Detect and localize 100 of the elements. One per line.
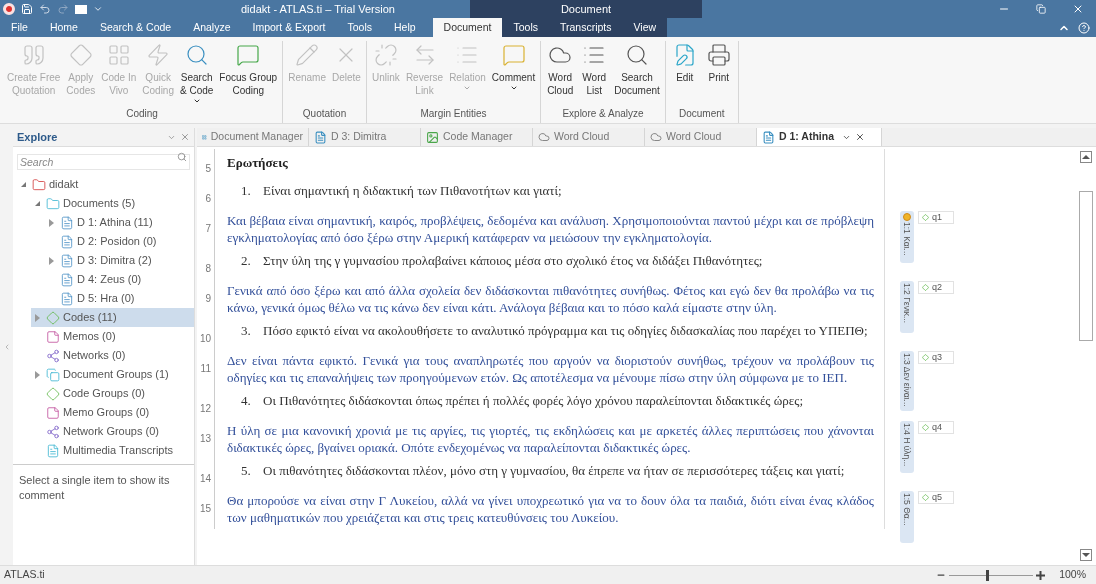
restore-icon[interactable] bbox=[1036, 4, 1046, 14]
redo-icon[interactable] bbox=[57, 3, 69, 15]
caret-icon bbox=[463, 84, 472, 92]
scroll-up-icon[interactable] bbox=[1080, 151, 1092, 163]
tree-item[interactable]: Memo Groups (0) bbox=[31, 403, 194, 422]
question-number: 2. bbox=[241, 252, 252, 269]
tree-item[interactable]: Document Groups (1) bbox=[31, 365, 194, 384]
tree-item[interactable]: Documents (5) bbox=[31, 194, 194, 213]
collapsed-arrow-icon[interactable] bbox=[48, 218, 54, 227]
collapsed-arrow-icon[interactable] bbox=[34, 313, 40, 322]
quotation-bar[interactable]: 1:5 Θα... bbox=[900, 491, 914, 543]
answer-text: Θα μπορούσε να είναι στην Γ Λυκείου, αλλά να γίνει υποχρεωτικό για να το δουν όλα τα παιδιά, διότι είναι ένας κλάδος των μαθηματικών που χρειάζεται και στις τρεις κατευθύνσεις του Λυκείου. bbox=[227, 492, 874, 527]
diamond-icon bbox=[922, 284, 929, 291]
ribbon-tab[interactable]: File bbox=[0, 18, 39, 37]
ribbon-tab[interactable]: Document bbox=[432, 18, 503, 37]
tree-label: Memo Groups (0) bbox=[63, 405, 150, 421]
ribbon-button[interactable]: Focus Group Coding bbox=[216, 41, 281, 97]
ribbon-button[interactable]: Print bbox=[701, 41, 736, 84]
editor-tab[interactable]: Code Manager bbox=[421, 128, 533, 146]
quote-icon bbox=[21, 43, 46, 67]
tree-item[interactable]: Networks (0) bbox=[31, 346, 194, 365]
ribbon-button[interactable]: Comment bbox=[488, 41, 539, 92]
diamond-icon bbox=[922, 214, 929, 221]
editor-tab[interactable]: Word Cloud bbox=[533, 128, 645, 146]
quotation-label: 1:4 Η ύλη... bbox=[901, 423, 914, 467]
search-field[interactable]: Search bbox=[17, 154, 190, 170]
tree-item[interactable]: Multimedia Transcripts bbox=[31, 441, 194, 460]
diamond-icon bbox=[922, 494, 929, 501]
document-icon bbox=[60, 272, 74, 287]
quotation-label: 1:5 Θα... bbox=[901, 493, 914, 526]
ribbon-tab[interactable]: Transcripts bbox=[548, 18, 623, 37]
code-tag[interactable]: q4 bbox=[918, 421, 954, 434]
ribbon-tab[interactable]: Search & Code bbox=[88, 18, 183, 37]
document-heading: Ερωτήσεις bbox=[227, 154, 289, 172]
memo-icon bbox=[46, 405, 60, 420]
tree-item[interactable]: D 1: Athina (11) bbox=[45, 213, 194, 232]
collapsed-arrow-icon[interactable] bbox=[48, 256, 54, 265]
tree-label: D 1: Athina (11) bbox=[77, 215, 153, 231]
expanded-arrow-icon[interactable] bbox=[20, 182, 26, 187]
tree-label: Network Groups (0) bbox=[63, 424, 159, 440]
scroll-thumb[interactable] bbox=[1079, 191, 1093, 341]
quotation-bar[interactable]: 1:3 Δεν είναι... bbox=[900, 351, 914, 411]
code-tag[interactable]: q5 bbox=[918, 491, 954, 504]
help-icon[interactable] bbox=[1078, 21, 1090, 34]
ribbon-tab[interactable]: Tools bbox=[336, 18, 383, 37]
app-logo-icon bbox=[3, 3, 15, 15]
scroll-down-icon[interactable] bbox=[1080, 549, 1092, 561]
close-icon[interactable] bbox=[1072, 3, 1084, 15]
window-layout-icon[interactable] bbox=[75, 4, 87, 14]
quotation-bar[interactable]: 1:2 Γενικ... bbox=[900, 281, 914, 333]
tree-item[interactable]: Code Groups (0) bbox=[31, 384, 194, 403]
customize-icon[interactable] bbox=[93, 4, 103, 14]
comment-hint: Select a single item to show its comment bbox=[19, 473, 171, 503]
code-tag[interactable]: q2 bbox=[918, 281, 954, 294]
expanded-arrow-icon[interactable] bbox=[34, 201, 40, 206]
zoom-slider[interactable] bbox=[949, 569, 1034, 581]
ribbon-tab[interactable]: Tools bbox=[502, 18, 549, 37]
line-number: 10 bbox=[199, 333, 211, 344]
printer-icon bbox=[706, 43, 731, 67]
tree-label: didakt bbox=[49, 177, 79, 193]
ribbon-tab[interactable]: View bbox=[622, 18, 668, 37]
editor-tab[interactable]: D 3: Dimitra bbox=[309, 128, 421, 146]
diamond-icon bbox=[922, 354, 929, 361]
tree-item[interactable]: Codes (11) bbox=[31, 308, 194, 327]
tree-label: D 2: Posidon (0) bbox=[77, 234, 157, 250]
tree-item[interactable]: D 5: Hra (0) bbox=[45, 289, 194, 308]
ribbon-button[interactable]: Search Document bbox=[611, 41, 663, 97]
ribbon-tab[interactable]: Home bbox=[38, 18, 89, 37]
tree-label: Code Groups (0) bbox=[63, 386, 145, 402]
code-tag[interactable]: q1 bbox=[918, 211, 954, 224]
zoom-thumb[interactable] bbox=[985, 569, 989, 581]
ribbon-button[interactable]: Word Cloud bbox=[543, 41, 578, 97]
editor-tab[interactable]: D 1: Athina bbox=[757, 128, 882, 146]
tree-item[interactable]: D 3: Dimitra (2) bbox=[45, 251, 194, 270]
editor-tab[interactable]: Document Manager bbox=[197, 128, 309, 146]
close-icon[interactable] bbox=[180, 132, 190, 142]
ribbon-button[interactable]: Search & Code bbox=[177, 41, 217, 105]
ribbon-tab[interactable]: Import & Export bbox=[241, 18, 337, 37]
collapsed-arrow-icon[interactable] bbox=[34, 370, 40, 379]
code-tag[interactable]: q3 bbox=[918, 351, 954, 364]
quotation-bar[interactable]: 1:1 Και... bbox=[900, 211, 914, 263]
tree-item[interactable]: Memos (0) bbox=[31, 327, 194, 346]
ribbon-tab[interactable]: Analyze bbox=[182, 18, 242, 37]
ribbon-button[interactable]: Edit bbox=[667, 41, 702, 84]
undo-icon[interactable] bbox=[39, 3, 51, 15]
quotation-bar[interactable]: 1:4 Η ύλη... bbox=[900, 421, 914, 473]
ribbon-tab[interactable]: Help bbox=[383, 18, 427, 37]
document-icon bbox=[60, 291, 74, 306]
tree-item[interactable]: Network Groups (0) bbox=[31, 422, 194, 441]
network-icon bbox=[46, 424, 60, 439]
zoom-in-icon[interactable] bbox=[1036, 570, 1046, 580]
save-icon[interactable] bbox=[21, 3, 33, 15]
window-title: didakt - ATLAS.ti – Trial Version bbox=[241, 1, 395, 17]
memo-icon bbox=[46, 329, 60, 344]
tree-item[interactable]: D 2: Posidon (0) bbox=[45, 232, 194, 251]
tree-item[interactable]: didakt bbox=[17, 175, 194, 194]
ribbon-button[interactable]: Word List bbox=[577, 41, 612, 97]
line-number: 14 bbox=[199, 473, 211, 484]
tree-item[interactable]: D 4: Zeus (0) bbox=[45, 270, 194, 289]
question-text: Είναι σημαντική η διδακτική των Πιθανοτήτων και γιατί; bbox=[263, 182, 562, 199]
